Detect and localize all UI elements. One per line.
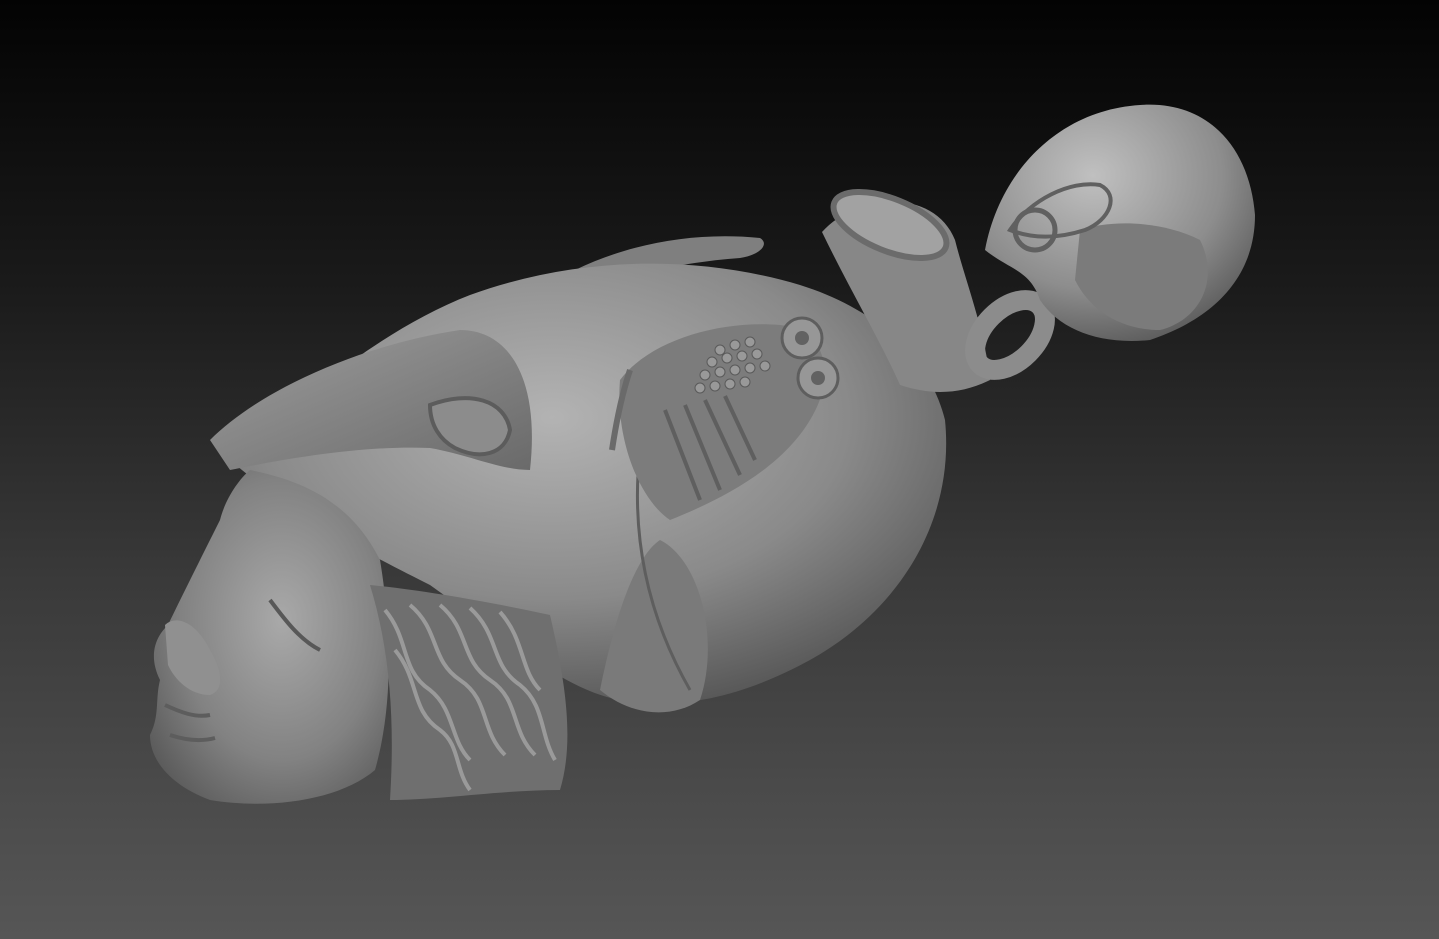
viewport-canvas [0,0,1439,939]
pendant-sculpture [150,104,1255,804]
hair-relief [370,585,568,800]
